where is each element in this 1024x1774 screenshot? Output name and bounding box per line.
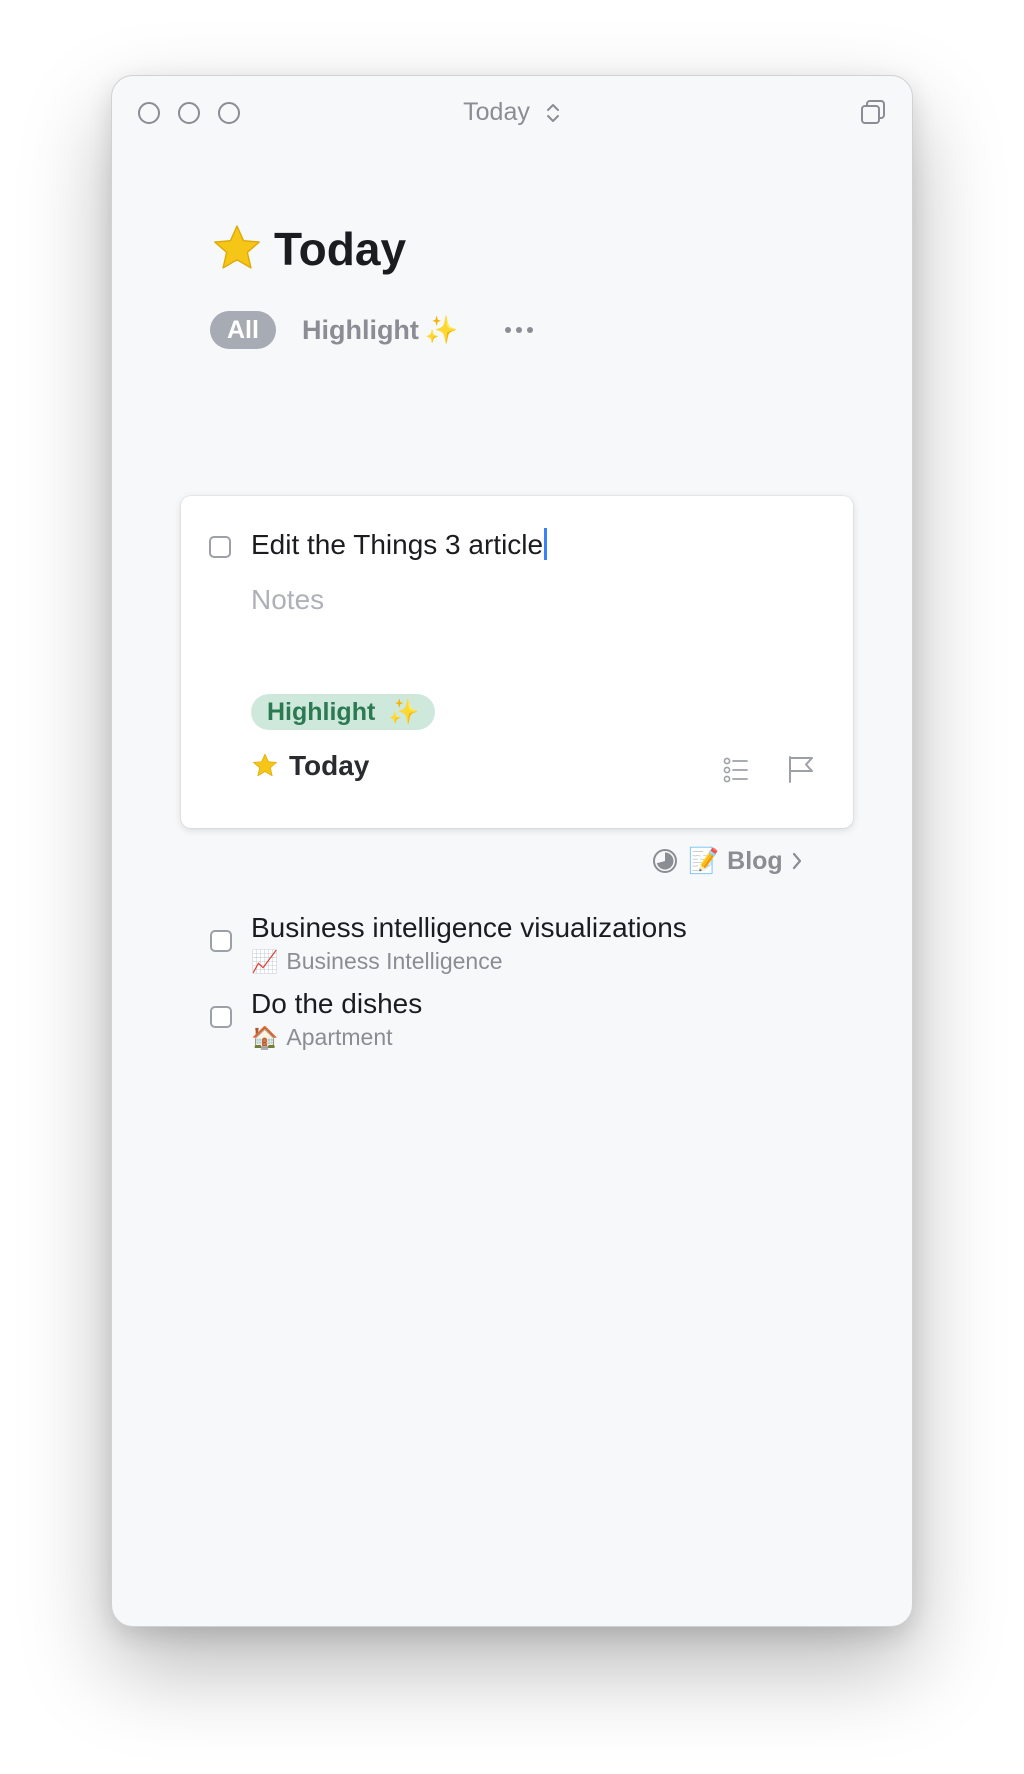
- window-title: Today: [463, 98, 530, 126]
- star-icon: [253, 753, 277, 777]
- task-area: 📈 Business Intelligence: [251, 948, 502, 975]
- tag-filter-bar: All Highlight ✨: [210, 310, 533, 350]
- task-area-label: Apartment: [286, 1024, 393, 1050]
- task-area-label: Business Intelligence: [286, 948, 503, 974]
- project-link-blog[interactable]: 📝 Blog: [652, 844, 803, 878]
- task-checkbox[interactable]: [210, 930, 232, 952]
- when-date-button[interactable]: Today: [251, 750, 369, 782]
- chart-increasing-icon: 📈: [251, 948, 279, 974]
- checklist-icon[interactable]: [723, 756, 749, 784]
- tag-filter-highlight[interactable]: Highlight ✨: [302, 314, 459, 346]
- sparkles-icon: ✨: [424, 315, 459, 345]
- page-header: Today: [210, 214, 406, 284]
- app-window: Today Today All Highlight ✨ Edit the Thin…: [111, 75, 913, 1627]
- task-title-text: Edit the Things 3 article: [251, 529, 544, 560]
- page-title: Today: [274, 223, 407, 275]
- ellipsis-icon[interactable]: [504, 327, 533, 333]
- when-label: Today: [289, 750, 370, 781]
- task-row[interactable]: Business intelligence visualizations 📈 B…: [112, 912, 912, 988]
- text-cursor: [544, 528, 548, 560]
- flag-icon[interactable]: [787, 754, 815, 784]
- project-name: Blog: [727, 846, 783, 875]
- task-checkbox[interactable]: [209, 536, 231, 558]
- task-tag-label: Highlight: [267, 698, 376, 726]
- task-tag-highlight[interactable]: Highlight ✨: [251, 694, 436, 730]
- project-progress-icon: [653, 849, 677, 873]
- task-list: Business intelligence visualizations 📈 B…: [112, 912, 912, 1064]
- task-area: 🏠 Apartment: [251, 1024, 393, 1051]
- sort-arrows-icon: [546, 104, 559, 123]
- open-task-card: Edit the Things 3 article Notes Highligh…: [181, 496, 853, 828]
- tag-filter-highlight-label: Highlight: [301, 315, 419, 345]
- memo-icon: 📝: [688, 846, 720, 875]
- task-checkbox[interactable]: [210, 1006, 232, 1028]
- tag-filter-all[interactable]: All: [210, 311, 276, 349]
- duplicate-window-icon[interactable]: [858, 98, 888, 128]
- task-title: Do the dishes: [251, 988, 423, 1019]
- window-title-menu[interactable]: Today: [112, 98, 912, 127]
- star-icon: [214, 225, 260, 269]
- task-title-field[interactable]: Edit the Things 3 article: [251, 528, 548, 561]
- task-row[interactable]: Do the dishes 🏠 Apartment: [112, 988, 912, 1064]
- chevron-right-icon: [792, 852, 801, 870]
- task-title: Business intelligence visualizations: [251, 912, 687, 943]
- house-icon: 🏠: [251, 1024, 279, 1050]
- sparkles-icon: ✨: [388, 698, 420, 726]
- notes-field[interactable]: Notes: [251, 584, 324, 616]
